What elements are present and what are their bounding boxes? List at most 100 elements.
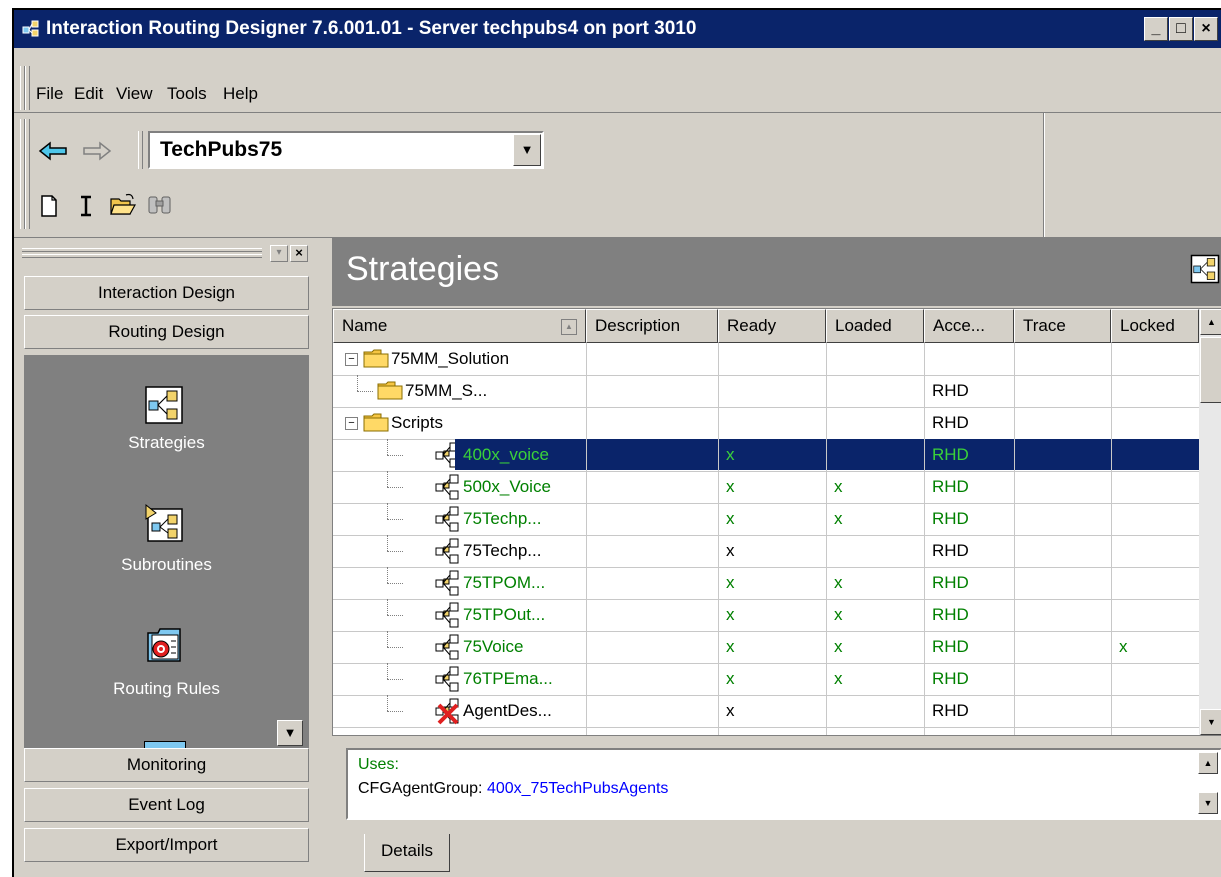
table-row[interactable]: 500x_Voice x x RHD xyxy=(333,471,1199,504)
toolbar-grip-2[interactable] xyxy=(25,119,30,229)
cell-trace xyxy=(1014,535,1111,566)
open-folder-icon[interactable] xyxy=(110,193,136,217)
cell-ready: x xyxy=(726,669,735,688)
cell-name: AgentDes... xyxy=(463,701,552,720)
close-button[interactable]: × xyxy=(1194,17,1218,41)
menu-view[interactable]: View xyxy=(116,84,153,104)
workspace-combo[interactable]: TechPubs75 ▼ xyxy=(148,131,544,169)
column-header-description[interactable]: Description xyxy=(586,309,718,343)
sort-ascending-icon[interactable]: ▲ xyxy=(561,319,577,335)
nav-export-import[interactable]: Export/Import xyxy=(24,828,309,862)
nav-monitoring[interactable]: Monitoring xyxy=(24,748,309,782)
app-window: Interaction Routing Designer 7.6.001.01 … xyxy=(12,8,1221,877)
cell-ready xyxy=(718,343,826,374)
scroll-down-button[interactable]: ▼ xyxy=(1200,709,1221,735)
cell-access: RHD xyxy=(932,381,969,400)
cell-loaded xyxy=(826,695,924,726)
table-row[interactable]: 75TPOM... x x RHD xyxy=(333,567,1199,600)
cell-ready xyxy=(718,407,826,438)
menu-file[interactable]: File xyxy=(36,84,63,104)
binoculars-icon[interactable] xyxy=(146,193,174,217)
column-header-ready[interactable]: Ready xyxy=(718,309,826,343)
uses-item: CFGAgentGroup: 400x_75TechPubsAgents xyxy=(358,780,668,798)
cell-locked xyxy=(1111,407,1199,438)
cell-loaded xyxy=(826,439,924,470)
new-document-icon[interactable] xyxy=(40,195,58,217)
cell-loaded: x xyxy=(834,509,843,528)
back-arrow-icon[interactable] xyxy=(38,141,70,161)
text-cursor-icon[interactable] xyxy=(78,195,94,217)
sidebar: ▾ × Interaction Design Routing Design St… xyxy=(14,238,322,877)
sidebar-close-icon[interactable]: × xyxy=(290,245,308,262)
table-row[interactable]: − Scripts RHD xyxy=(333,407,1199,440)
table-row[interactable]: 75Techp... x RHD xyxy=(333,535,1199,568)
cell-loaded xyxy=(826,343,924,374)
sidebar-grip-2[interactable] xyxy=(22,254,262,258)
column-header-name[interactable]: Name ▲ xyxy=(333,309,586,343)
nav-interaction-design[interactable]: Interaction Design xyxy=(24,276,309,310)
table-row[interactable]: 75TPOut... x x RHD xyxy=(333,599,1199,632)
cell-name: 75MM_Solution xyxy=(391,349,510,368)
menu-edit[interactable]: Edit xyxy=(74,84,103,104)
subroutine-icon[interactable] xyxy=(144,503,184,543)
minimize-button[interactable]: _ xyxy=(1144,17,1168,41)
scroll-up-button[interactable]: ▲ xyxy=(1200,309,1221,335)
table-row[interactable]: 400x_voice x RHD xyxy=(333,439,1199,472)
tab-details[interactable]: Details xyxy=(364,834,450,872)
cell-ready: x xyxy=(726,477,735,496)
routing-rules-icon[interactable] xyxy=(144,625,184,665)
table-row[interactable]: 75Voice x x RHD x xyxy=(333,631,1199,664)
cell-ready: x xyxy=(726,509,735,528)
strategy-icon[interactable] xyxy=(144,385,184,425)
table-row[interactable]: AgentDes... x RHD xyxy=(333,695,1199,728)
grid-line xyxy=(1111,343,1112,735)
cell-ready: x xyxy=(726,541,735,560)
cell-name: 75TPOut... xyxy=(463,605,546,624)
column-header-access[interactable]: Acce... xyxy=(924,309,1014,343)
table-row[interactable]: 75MM_S... RHD xyxy=(333,375,1199,408)
cell-loaded: x xyxy=(834,669,843,688)
routing-design-panel: Strategies Subroutines Routing Rules ▼ xyxy=(24,355,309,750)
collapse-toggle-icon[interactable]: − xyxy=(345,417,358,430)
grid-vertical-scrollbar[interactable]: ▲ ▼ xyxy=(1199,309,1221,735)
cell-locked xyxy=(1111,503,1199,534)
cell-access: RHD xyxy=(932,701,969,720)
cell-locked xyxy=(1111,567,1199,598)
cell-ready: x xyxy=(718,439,826,470)
cell-trace xyxy=(1014,375,1111,406)
details-scroll-down-button[interactable]: ▼ xyxy=(1198,792,1218,814)
menu-tools[interactable]: Tools xyxy=(167,84,207,104)
column-header-trace[interactable]: Trace xyxy=(1014,309,1111,343)
column-header-loaded[interactable]: Loaded xyxy=(826,309,924,343)
column-header-locked[interactable]: Locked xyxy=(1111,309,1199,343)
scroll-thumb[interactable] xyxy=(1200,337,1221,403)
main-content: Strategies Name ▲ Description Ready Load… xyxy=(332,238,1221,877)
panel-item-subroutines[interactable]: Subroutines xyxy=(24,555,309,575)
grid-line xyxy=(826,343,827,735)
table-row[interactable]: 75Techp... x x RHD xyxy=(333,503,1199,536)
forward-arrow-icon[interactable] xyxy=(80,141,112,161)
table-row[interactable]: − 75MM_Solution xyxy=(333,343,1199,376)
panel-item-strategies[interactable]: Strategies xyxy=(24,433,309,453)
table-row[interactable]: 76TPEma... x x RHD xyxy=(333,663,1199,696)
details-scroll-up-button[interactable]: ▲ xyxy=(1198,752,1218,774)
nav-event-log[interactable]: Event Log xyxy=(24,788,309,822)
nav-routing-design[interactable]: Routing Design xyxy=(24,315,309,349)
sidebar-grip[interactable] xyxy=(22,248,262,252)
chevron-down-icon[interactable]: ▼ xyxy=(513,134,541,166)
maximize-button[interactable]: □ xyxy=(1169,17,1193,41)
panel-scroll-down-button[interactable]: ▼ xyxy=(277,720,303,746)
cell-locked xyxy=(1111,695,1199,726)
panel-item-routing-rules[interactable]: Routing Rules xyxy=(24,679,309,699)
agent-group-link[interactable]: 400x_75TechPubsAgents xyxy=(487,780,668,797)
menu-help[interactable]: Help xyxy=(223,84,258,104)
collapse-toggle-icon[interactable]: − xyxy=(345,353,358,366)
cell-locked xyxy=(1111,343,1199,374)
title-bar[interactable]: Interaction Routing Designer 7.6.001.01 … xyxy=(14,10,1221,48)
sidebar-header: ▾ × xyxy=(14,238,322,270)
cell-name: 75Techp... xyxy=(463,509,542,528)
cell-ready: x xyxy=(726,573,735,592)
cell-name: 400x_voice xyxy=(455,439,586,470)
menubar-grip-2[interactable] xyxy=(25,66,30,110)
sidebar-dock-icon[interactable]: ▾ xyxy=(270,245,288,262)
